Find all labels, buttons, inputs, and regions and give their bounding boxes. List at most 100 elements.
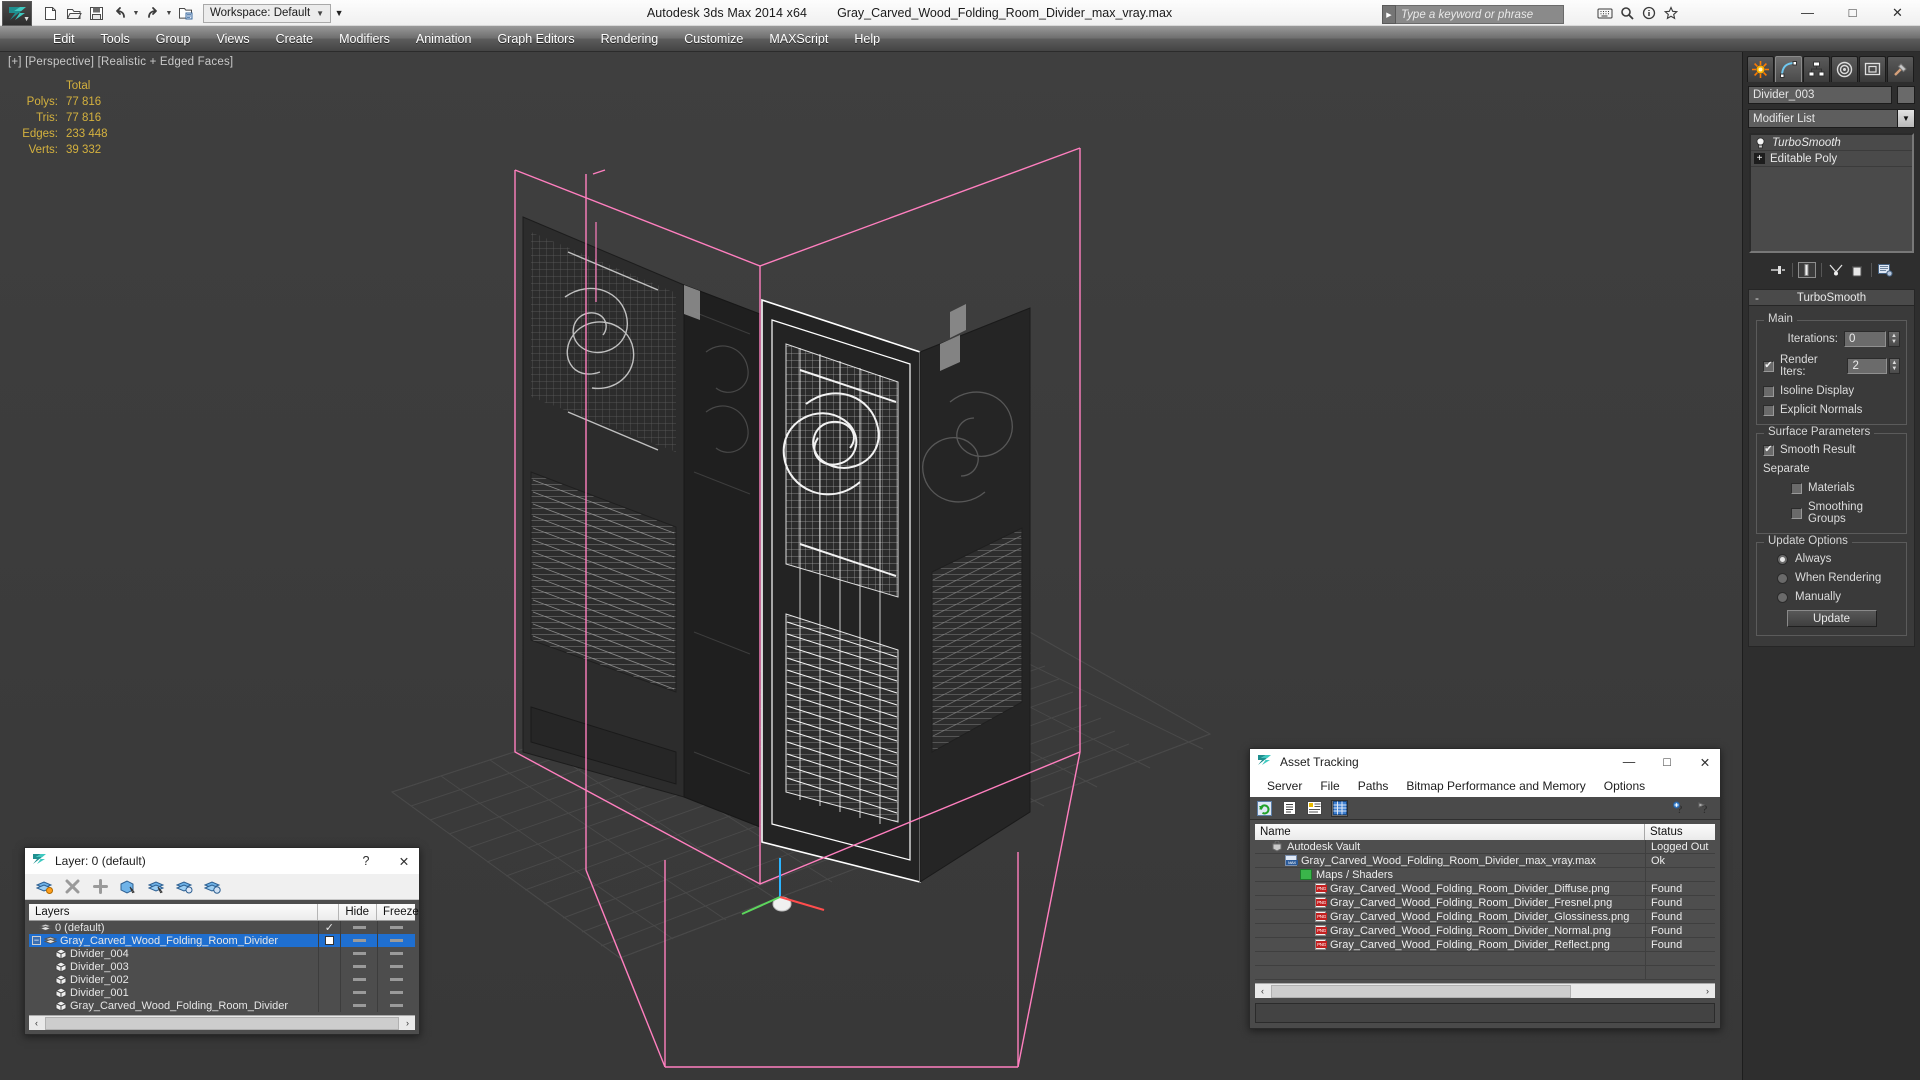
layer-dialog-titlebar[interactable]: Layer: 0 (default) ? ✕ [25, 848, 419, 874]
pin-icon[interactable] [1769, 262, 1787, 278]
layer-hide-toggle[interactable] [339, 934, 378, 947]
lightbulb-icon[interactable] [1754, 136, 1767, 149]
layer-freeze-toggle[interactable] [377, 960, 415, 973]
layer-column-current[interactable] [318, 904, 340, 920]
asset-tracking-close-button[interactable]: ✕ [1690, 749, 1720, 775]
create-new-layer-icon[interactable] [35, 878, 53, 896]
layer-hide-toggle[interactable] [339, 986, 378, 999]
menu-item-modifiers[interactable]: Modifiers [326, 26, 403, 52]
asset-menu-bitmap-performance[interactable]: Bitmap Performance and Memory [1397, 775, 1594, 797]
render-iters-checkbox[interactable]: ✔ [1763, 360, 1774, 372]
utilities-tab[interactable] [1887, 56, 1914, 82]
modifier-stack-item-turbosmooth[interactable]: TurboSmooth [1751, 135, 1912, 151]
redo-icon[interactable] [141, 2, 164, 25]
update-option-always-radio[interactable] [1777, 553, 1788, 565]
layer-freeze-toggle[interactable] [377, 934, 415, 947]
layer-hide-toggle[interactable] [339, 960, 378, 973]
details-view-icon[interactable] [1306, 800, 1323, 817]
search-icon[interactable] [1618, 4, 1636, 22]
layer-dialog-close-button[interactable]: ✕ [389, 848, 419, 874]
maximize-button[interactable]: □ [1830, 0, 1875, 26]
undo-dropdown-icon[interactable]: ▼ [131, 10, 141, 17]
asset-menu-options[interactable]: Options [1595, 775, 1654, 797]
set-current-layer-to-selection-icon[interactable] [175, 878, 193, 896]
info-icon[interactable] [1640, 4, 1658, 22]
layer-current-cell[interactable] [318, 986, 340, 999]
smooth-result-checkbox[interactable]: ✔ [1763, 444, 1774, 456]
layer-current-cell[interactable] [318, 947, 340, 960]
menu-item-graph-editors[interactable]: Graph Editors [484, 26, 587, 52]
menu-item-group[interactable]: Group [143, 26, 204, 52]
redo-dropdown-icon[interactable]: ▼ [164, 10, 174, 17]
search-triangle-right-icon[interactable]: ▶ [1382, 5, 1396, 24]
hierarchy-tab[interactable] [1803, 56, 1830, 82]
keyboard-shortcut-icon[interactable] [1596, 4, 1614, 22]
menu-item-customize[interactable]: Customize [671, 26, 756, 52]
layer-freeze-toggle[interactable] [377, 973, 415, 986]
isoline-display-row[interactable]: Isoline Display [1763, 385, 1900, 397]
layer-hide-toggle[interactable] [339, 973, 378, 986]
plus-box-icon[interactable]: + [1754, 153, 1765, 164]
layer-horizontal-scrollbar[interactable]: ‹ › [29, 1015, 415, 1030]
scroll-left-arrow-icon[interactable]: ‹ [1255, 984, 1270, 999]
asset-row-normal-png[interactable]: Gray_Carved_Wood_Folding_Room_Divider_No… [1255, 923, 1715, 938]
layer-current-cell[interactable] [318, 960, 340, 973]
layer-row-gray-carved-wood-folding-room-divider-object[interactable]: Gray_Carved_Wood_Folding_Room_Divider [29, 999, 415, 1012]
minimize-button[interactable]: — [1785, 0, 1830, 26]
help-question-icon[interactable]: ? [1697, 800, 1714, 817]
layer-row-divider-003[interactable]: Divider_003 [29, 960, 415, 973]
scroll-right-arrow-icon[interactable]: › [400, 1016, 415, 1031]
separate-smoothing-groups-checkbox[interactable] [1791, 507, 1802, 519]
update-option-manually-row[interactable]: Manually [1763, 591, 1900, 603]
scroll-right-arrow-icon[interactable]: › [1700, 984, 1715, 999]
iterations-spinner[interactable]: ▲ ▼ [1888, 331, 1900, 347]
update-option-when-rendering-row[interactable]: When Rendering [1763, 572, 1900, 584]
search-input[interactable]: Type a keyword or phrase [1396, 5, 1564, 24]
separate-materials-row[interactable]: Materials [1763, 482, 1900, 494]
asset-row-maps-shaders[interactable]: Maps / Shaders [1255, 867, 1715, 882]
configure-sets-icon[interactable] [1877, 262, 1895, 278]
separate-materials-checkbox[interactable] [1791, 482, 1802, 494]
update-option-manually-radio[interactable] [1777, 591, 1788, 603]
delete-highlighted-layer-icon[interactable] [63, 878, 81, 896]
asset-row-empty[interactable] [1255, 965, 1715, 980]
update-option-always-row[interactable]: Always [1763, 553, 1900, 565]
highlight-selected-objects-layer-icon[interactable] [147, 878, 165, 896]
asset-menu-paths[interactable]: Paths [1349, 775, 1398, 797]
asset-row-diffuse-png[interactable]: Gray_Carved_Wood_Folding_Room_Divider_Di… [1255, 881, 1715, 896]
asset-row-max-file[interactable]: Gray_Carved_Wood_Folding_Room_Divider_ma… [1255, 853, 1715, 868]
application-menu-button[interactable]: ▼ [2, 0, 32, 26]
refresh-icon[interactable] [1256, 800, 1273, 817]
layer-hide-toggle[interactable] [339, 921, 378, 934]
asset-column-status[interactable]: Status [1645, 824, 1715, 840]
layer-dialog-help-button[interactable]: ? [351, 848, 381, 874]
asset-row-reflect-png[interactable]: Gray_Carved_Wood_Folding_Room_Divider_Re… [1255, 937, 1715, 952]
menu-item-create[interactable]: Create [263, 26, 327, 52]
tree-collapse-icon[interactable]: − [32, 936, 41, 945]
grid-view-icon[interactable] [1331, 799, 1348, 817]
separate-smoothing-groups-row[interactable]: Smoothing Groups [1763, 501, 1900, 525]
menu-item-views[interactable]: Views [203, 26, 262, 52]
asset-tracking-titlebar[interactable]: Asset Tracking — □ ✕ [1250, 749, 1720, 775]
explicit-normals-row[interactable]: Explicit Normals [1763, 404, 1900, 416]
turbosmooth-rollout-header[interactable]: - TurboSmooth [1748, 289, 1915, 306]
layer-freeze-toggle[interactable] [377, 921, 415, 934]
layer-hide-toggle[interactable] [339, 947, 378, 960]
trash-icon[interactable] [1848, 262, 1866, 278]
set-project-folder-icon[interactable] [174, 2, 197, 25]
layer-properties-icon[interactable] [203, 878, 221, 896]
asset-tracking-minimize-button[interactable]: — [1614, 749, 1644, 775]
layer-column-layers[interactable]: Layers [29, 904, 318, 920]
layer-row-divider-004[interactable]: Divider_004 [29, 947, 415, 960]
undo-icon[interactable] [108, 2, 131, 25]
asset-row-autodesk-vault[interactable]: Autodesk Vault Logged Out [1255, 839, 1715, 854]
menu-item-tools[interactable]: Tools [88, 26, 143, 52]
menu-item-rendering[interactable]: Rendering [588, 26, 672, 52]
object-name-field[interactable]: Divider_003 [1748, 86, 1892, 104]
favorites-star-icon[interactable] [1662, 4, 1680, 22]
add-selection-to-layer-icon[interactable] [91, 878, 109, 896]
update-option-when-rendering-radio[interactable] [1777, 572, 1788, 584]
asset-row-glossiness-png[interactable]: Gray_Carved_Wood_Folding_Room_Divider_Gl… [1255, 909, 1715, 924]
layer-row-divider-001[interactable]: Divider_001 [29, 986, 415, 999]
iterations-field[interactable]: 0 [1844, 331, 1886, 347]
